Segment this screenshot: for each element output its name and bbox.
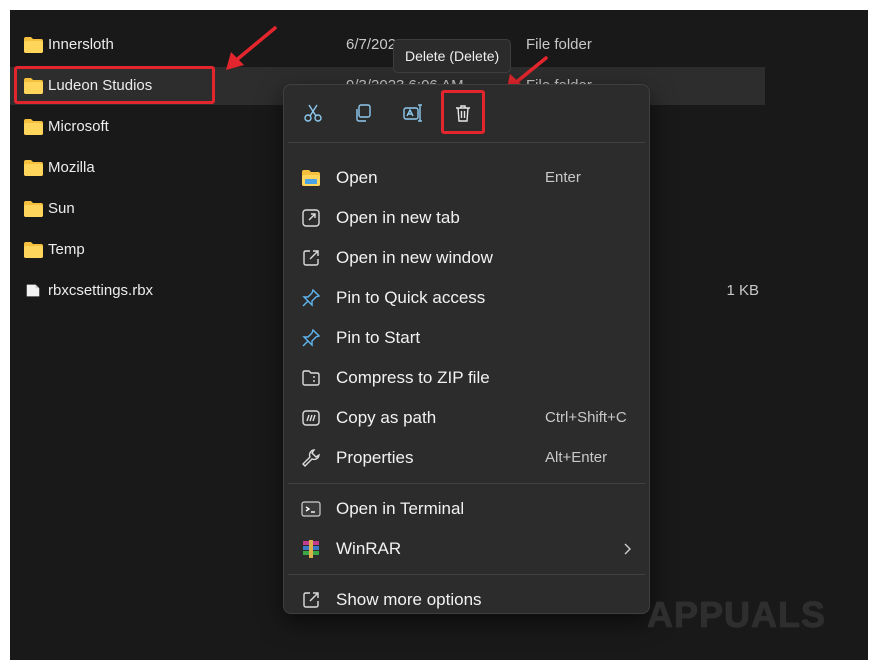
file-type: File folder (526, 36, 592, 53)
menu-item-label: Pin to Start (336, 328, 421, 347)
file-name: Innersloth (48, 36, 114, 53)
menu-item-label: Open in new window (336, 248, 493, 267)
menu-item-open-in-terminal[interactable]: Open in Terminal (289, 490, 644, 528)
menu-item-open-in-new-window[interactable]: Open in new window (289, 239, 644, 277)
menu-item-properties[interactable]: Properties Alt+Enter (289, 439, 644, 477)
winrar-icon (303, 540, 319, 558)
copy-path-icon (302, 410, 320, 426)
menu-item-label: Open in Terminal (336, 499, 465, 518)
scissors-icon (304, 104, 322, 122)
cut-button[interactable] (294, 94, 332, 132)
menu-item-label: Compress to ZIP file (336, 368, 490, 387)
menu-item-pin-to-quick-access[interactable]: Pin to Quick access (289, 279, 644, 317)
file-name: Ludeon Studios (48, 77, 153, 94)
rename-button[interactable] (394, 94, 432, 132)
delete-tooltip: Delete (Delete) (393, 39, 512, 73)
file-row-innersloth[interactable]: Innersloth 6/7/2023 2:51 AM File folder (10, 26, 765, 64)
folder-icon (24, 78, 43, 94)
pin-icon (302, 288, 321, 307)
folder-icon (24, 201, 43, 217)
terminal-icon (301, 501, 321, 517)
menu-separator (288, 574, 645, 575)
menu-item-winrar[interactable]: WinRAR (289, 530, 644, 568)
menu-item-label: Open (336, 168, 378, 187)
folder-icon (302, 170, 320, 186)
menu-item-show-more-options[interactable]: Show more options (289, 581, 644, 619)
copy-button[interactable] (344, 94, 382, 132)
zip-icon (302, 370, 320, 386)
file-icon (26, 284, 40, 297)
menu-item-pin-to-start[interactable]: Pin to Start (289, 319, 644, 357)
menu-item-shortcut: Enter (545, 169, 581, 186)
folder-icon (24, 119, 43, 135)
chevron-right-icon (624, 543, 631, 555)
share-icon (303, 592, 319, 608)
menu-item-open[interactable]: Open Enter (289, 159, 644, 197)
menu-item-label: WinRAR (336, 539, 402, 558)
menu-item-label: Pin to Quick access (336, 288, 486, 307)
menu-item-label: Copy as path (336, 408, 437, 427)
menu-item-shortcut: Alt+Enter (545, 449, 608, 466)
menu-item-label: Open in new tab (336, 208, 460, 227)
file-explorer-window: Innersloth 6/7/2023 2:51 AM File folder … (10, 10, 868, 660)
file-name: Temp (48, 241, 85, 258)
menu-item-label: Show more options (336, 590, 482, 609)
context-menu: Open Enter Open in new tab Open in new w… (283, 84, 650, 614)
delete-button[interactable] (444, 94, 482, 132)
pin-icon (302, 328, 321, 347)
file-name: rbxcsettings.rbx (48, 282, 154, 299)
file-size: 1 KB (726, 282, 759, 299)
watermark-text: APPUALS (647, 594, 827, 635)
rename-icon (403, 104, 422, 122)
file-name: Sun (48, 200, 75, 217)
menu-item-copy-as-path[interactable]: Copy as path Ctrl+Shift+C (289, 399, 644, 437)
file-name: Mozilla (48, 159, 95, 176)
menu-separator (288, 142, 645, 143)
menu-item-label: Properties (336, 448, 414, 467)
new-window-icon (303, 250, 319, 266)
menu-item-shortcut: Ctrl+Shift+C (545, 409, 627, 426)
file-name: Microsoft (48, 118, 109, 135)
menu-item-compress-to-zip[interactable]: Compress to ZIP file (289, 359, 644, 397)
menu-item-open-in-new-tab[interactable]: Open in new tab (289, 199, 644, 237)
folder-icon (24, 160, 43, 176)
wrench-icon (302, 449, 320, 467)
folder-icon (24, 242, 43, 258)
new-tab-icon (302, 209, 320, 227)
watermark: APPUALS (647, 585, 862, 645)
menu-separator (288, 483, 645, 484)
trash-icon (456, 105, 470, 122)
copy-icon (356, 104, 371, 122)
folder-icon (24, 37, 43, 53)
